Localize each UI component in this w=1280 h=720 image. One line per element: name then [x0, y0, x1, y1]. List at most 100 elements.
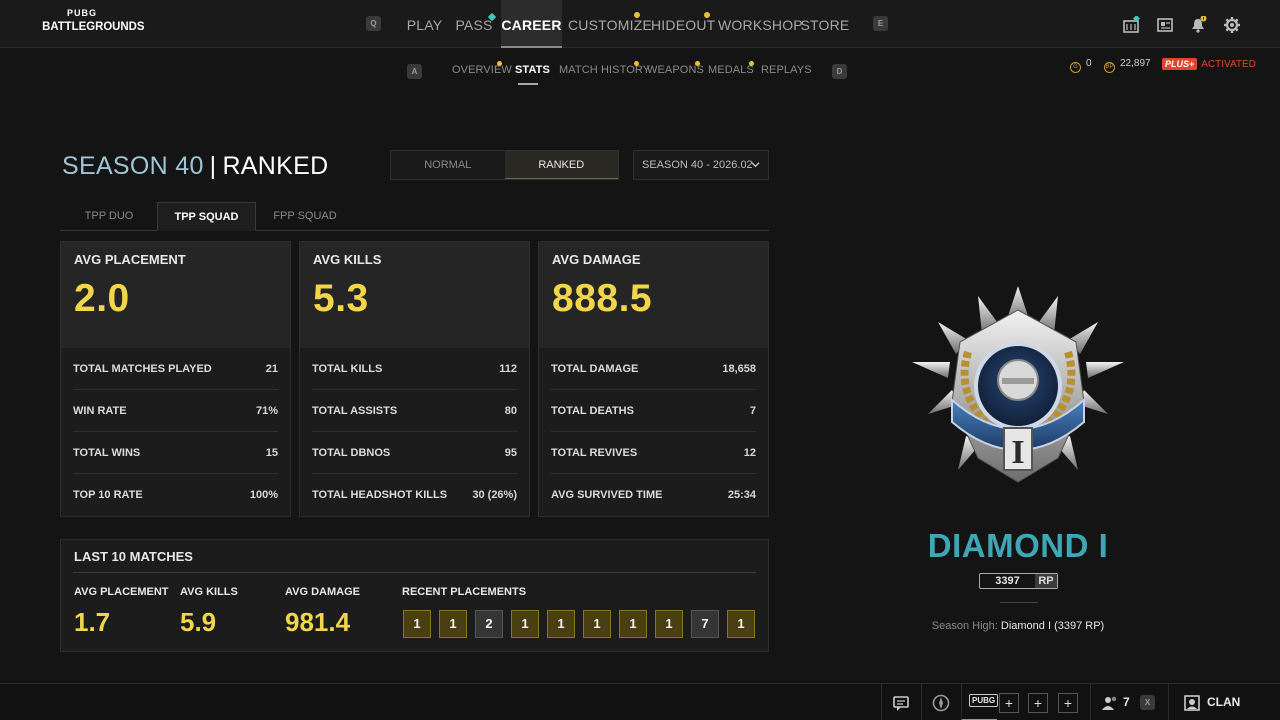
bp-value: 22,897	[1120, 58, 1151, 69]
nav-play[interactable]: PLAY	[403, 0, 446, 48]
rank-points-unit: RP	[1035, 574, 1057, 588]
clan-button[interactable]: CLAN	[1168, 684, 1280, 720]
nav-store[interactable]: STORE	[800, 0, 850, 48]
stat-value: 80	[504, 404, 517, 417]
clan-label: CLAN	[1207, 695, 1241, 709]
friends-key-hint: X	[1140, 695, 1155, 710]
stat-row: TOTAL ASSISTS 80	[312, 390, 517, 432]
subnav-active-indicator	[518, 83, 538, 85]
stat-row: TOTAL DBNOS 95	[312, 432, 517, 474]
pubg-tag: PUBG	[969, 694, 999, 707]
invite-slot-2-button[interactable]: +	[1028, 693, 1048, 713]
stat-value: 25:34	[727, 489, 756, 501]
medals-notification-icon	[749, 61, 754, 66]
tab-tpp-duo[interactable]: TPP DUO	[62, 202, 156, 231]
last10-recent-placements: RECENT PLACEMENTS	[402, 586, 526, 598]
season-high-label: Season High:	[931, 620, 998, 632]
placement-badge[interactable]: 1	[439, 610, 467, 638]
invite-slot-1-button[interactable]: +	[999, 693, 1019, 713]
settings-gear-icon[interactable]	[1223, 16, 1241, 34]
season-high: Season High: Diamond I (3397 RP)	[900, 620, 1136, 632]
subnav-match-history[interactable]: MATCH HISTORY	[559, 64, 650, 80]
pubg-logo: PUBG BATTLEGROUNDS	[40, 9, 144, 39]
placement-badge[interactable]: 1	[655, 610, 683, 638]
placement-badge[interactable]: 2	[475, 610, 503, 638]
stat-label: TOTAL REVIVES	[551, 446, 638, 459]
stat-label: TOTAL ASSISTS	[312, 404, 398, 417]
stat-value: 7	[749, 404, 756, 417]
card-label: AVG DAMAGE	[552, 252, 641, 267]
tab-tpp-squad[interactable]: TPP SQUAD	[157, 202, 256, 231]
plus-activated-text: ACTIVATED	[1201, 59, 1256, 70]
mode-normal-button[interactable]: NORMAL	[391, 151, 505, 179]
nav-prev-key-hint: Q	[366, 16, 381, 31]
stat-row: TOTAL WINS 15	[73, 432, 278, 474]
invite-slot-3-button[interactable]: +	[1058, 693, 1078, 713]
card-value: 2.0	[74, 277, 130, 320]
nav-workshop[interactable]: WORKSHOP	[718, 0, 803, 48]
placement-badge[interactable]: 1	[727, 610, 755, 638]
season-high-value: Diamond I (3397 RP)	[1000, 620, 1105, 632]
emblem-numeral: I	[1011, 434, 1024, 471]
season-select-dropdown[interactable]: SEASON 40 - 2026.02	[633, 150, 769, 180]
stat-card-placement: AVG PLACEMENT 2.0 TOTAL MATCHES PLAYED 21…	[60, 241, 291, 517]
stat-label: TOTAL HEADSHOT KILLS	[312, 489, 448, 501]
stat-label: AVG SURVIVED TIME	[551, 489, 663, 501]
last-10-title: LAST 10 MATCHES	[74, 549, 193, 564]
season-select-value: SEASON 40 - 2026.02	[642, 159, 753, 171]
compass-button[interactable]	[921, 684, 961, 720]
stat-label: AVG KILLS	[180, 586, 238, 598]
stat-value: 71%	[255, 404, 278, 417]
nav-next-key-hint: E	[873, 16, 888, 31]
nav-career[interactable]: CAREER	[501, 0, 562, 48]
friends-button[interactable]: 7 X	[1090, 684, 1168, 720]
card-value: 888.5	[552, 277, 653, 320]
subnav-stats[interactable]: STATS	[515, 64, 550, 80]
card-label: AVG KILLS	[313, 252, 382, 267]
subnav-replays[interactable]: REPLAYS	[761, 64, 812, 80]
last-10-matches-panel: LAST 10 MATCHES AVG PLACEMENT 1.7 AVG KI…	[60, 539, 769, 652]
placement-badge[interactable]: 1	[583, 610, 611, 638]
panel-divider	[73, 572, 756, 573]
stat-label: TOTAL DEATHS	[551, 404, 634, 417]
season-name: SEASON 40	[62, 152, 204, 180]
stat-label: TOTAL DAMAGE	[551, 362, 639, 375]
stat-value: 1.7	[74, 607, 111, 637]
title-separator: |	[209, 152, 217, 180]
plus-status[interactable]: PLUS+ ACTIVATED	[1162, 58, 1256, 74]
notification-bell-icon[interactable]	[1189, 16, 1207, 34]
placement-badge[interactable]: 1	[547, 610, 575, 638]
hideout-notification-icon	[704, 12, 710, 18]
mode-toggle: NORMAL RANKED	[390, 150, 619, 180]
news-icon[interactable]	[1156, 16, 1174, 34]
nav-pass[interactable]: PASS	[452, 0, 496, 48]
rank-points-box: 3397 RP	[979, 573, 1058, 589]
subnav-weapons[interactable]: WEAPONS	[647, 64, 704, 80]
tab-fpp-squad[interactable]: FPP SQUAD	[257, 202, 353, 231]
subnav-prev-key-hint: A	[407, 64, 422, 79]
weapons-notification-icon	[695, 61, 700, 66]
placement-badge[interactable]: 7	[691, 610, 719, 638]
chat-button[interactable]	[881, 684, 921, 720]
chat-icon	[893, 696, 909, 711]
stat-label: TOTAL DBNOS	[312, 446, 391, 459]
bp-balance: BP 22,897	[1104, 58, 1151, 74]
stat-value: 15	[265, 446, 278, 459]
customize-notification-icon	[634, 12, 640, 18]
compass-icon	[932, 694, 950, 712]
stat-row: TOTAL HEADSHOT KILLS 30 (26%)	[312, 474, 517, 516]
nav-hideout[interactable]: HIDEOUT	[651, 0, 715, 48]
stat-card-damage: AVG DAMAGE 888.5 TOTAL DAMAGE 18,658 TOTA…	[538, 241, 769, 517]
stat-label: TOTAL WINS	[73, 446, 141, 459]
nav-customize[interactable]: CUSTOMIZE	[568, 0, 652, 48]
mode-ranked-button[interactable]: RANKED	[504, 151, 618, 179]
match-history-notification-icon	[634, 61, 639, 66]
store-crate-icon[interactable]	[1122, 16, 1140, 34]
subnav-overview[interactable]: OVERVIEW	[452, 64, 512, 80]
placement-badge[interactable]: 1	[403, 610, 431, 638]
placement-badge[interactable]: 1	[619, 610, 647, 638]
placement-badge[interactable]: 1	[511, 610, 539, 638]
party-leader-slot[interactable]: PUBG	[961, 684, 999, 720]
stat-value: 12	[743, 446, 756, 459]
subnav-medals[interactable]: MEDALS	[708, 64, 754, 80]
